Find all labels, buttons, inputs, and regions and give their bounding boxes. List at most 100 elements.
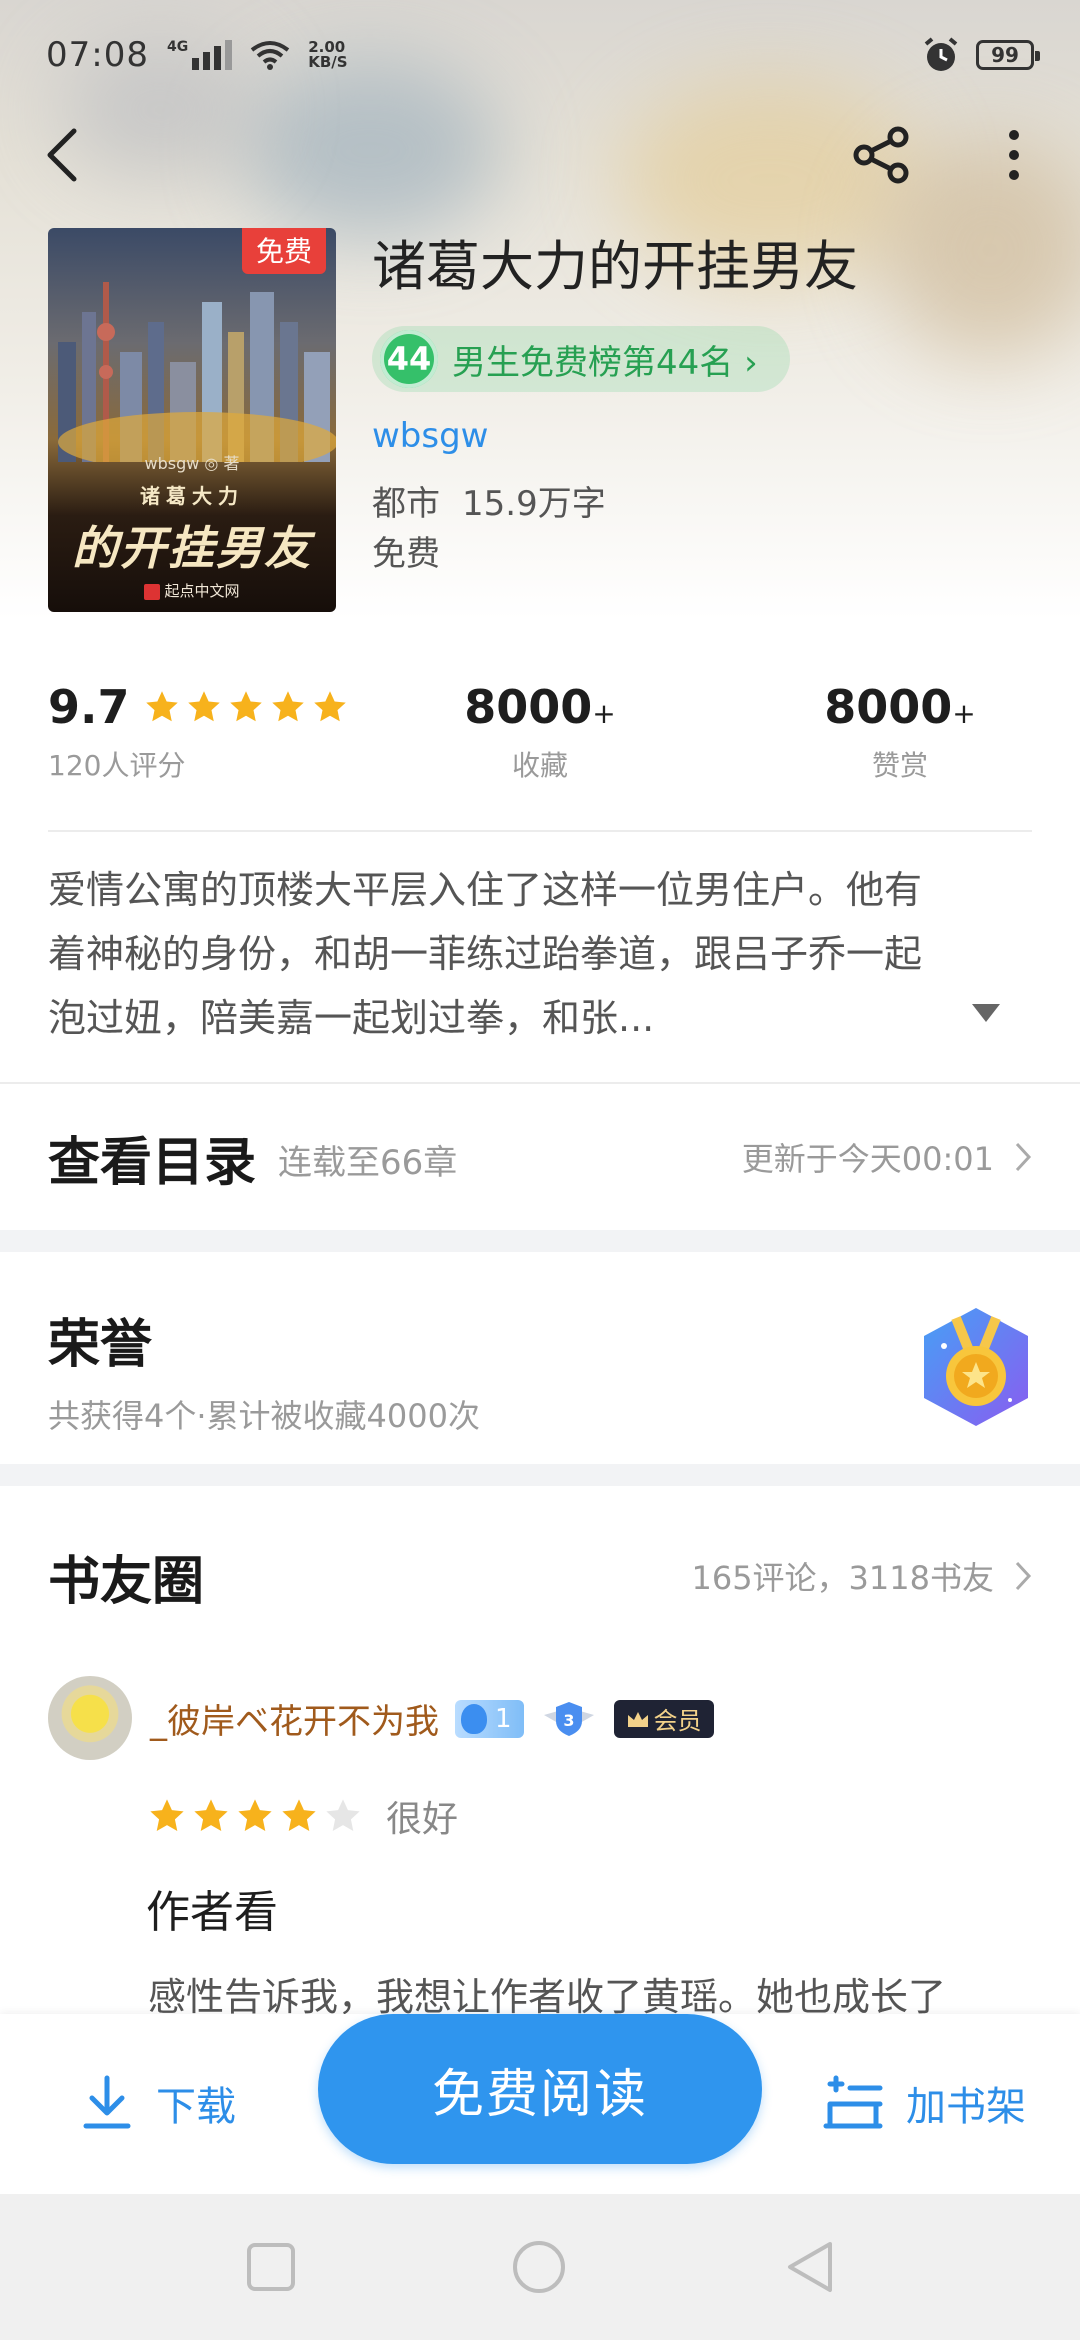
comment-username[interactable]: _彼岸ベ花开不为我 <box>150 1694 439 1743</box>
home-circle-icon[interactable] <box>512 2240 566 2294</box>
book-circle-title: 书友圈 <box>48 1550 205 1612</box>
book-price: 免费 <box>372 534 440 574</box>
cellular-signal-icon: 4G <box>167 40 233 70</box>
rank-badge[interactable]: 44 男生免费榜第44名 › <box>372 326 790 392</box>
toc-update: 更新于今天00:01 <box>742 1134 1032 1180</box>
star-icon <box>187 691 220 722</box>
more-button[interactable] <box>984 125 1044 185</box>
honor-title: 荣誉 <box>48 1314 153 1375</box>
cover-author: wbsgw ◎ 著 <box>144 454 240 473</box>
synopsis-line: 着神秘的身份，和胡一菲练过跆拳道，跟吕子乔一起 <box>48 932 923 976</box>
svg-text:3: 3 <box>563 1711 574 1730</box>
rating-count: 120人评分 <box>48 749 186 782</box>
status-time: 07:08 <box>46 35 149 75</box>
cover-subtitle: 诸葛大力 <box>140 484 244 508</box>
crown-icon <box>627 1711 648 1727</box>
synopsis-line: 爱情公寓的顶楼大平层入住了这样一位男住户。他有 <box>48 868 923 912</box>
bottom-action-bar: 下载 免费阅读 加书架 <box>0 2014 1080 2194</box>
star-icon <box>145 691 178 722</box>
system-navigation-bar <box>0 2194 1080 2340</box>
toc-title: 查看目录 <box>48 1131 257 1193</box>
publisher-logo-icon <box>144 583 161 600</box>
like-label: 赞赏 <box>871 749 928 782</box>
expand-triangle-icon[interactable] <box>972 1004 1000 1024</box>
free-read-button[interactable]: 免费阅读 <box>318 2014 762 2164</box>
alarm-icon <box>924 37 958 71</box>
book-title: 诸葛大力的开挂男友 <box>372 235 858 298</box>
comment-rating-stars <box>148 1797 362 1835</box>
rating-stars <box>144 689 348 725</box>
share-icon <box>853 126 909 184</box>
book-circle-stats: 165评论，3118书友 <box>691 1553 1032 1599</box>
table-of-contents-row[interactable]: 查看目录 连载至66章 更新于今天00:01 <box>0 1084 1080 1230</box>
rating-score: 9.7 <box>48 680 130 734</box>
avatar[interactable] <box>48 1676 132 1760</box>
cover-publisher: 起点中文网 <box>48 580 336 601</box>
free-badge: 免费 <box>241 228 326 274</box>
add-to-shelf-label: 加书架 <box>906 2084 1026 2130</box>
top-nav <box>0 110 1080 200</box>
star-icon <box>282 1799 316 1832</box>
add-bookshelf-icon <box>823 2075 883 2129</box>
recent-apps-square-icon[interactable] <box>244 2240 298 2294</box>
synopsis-line: 泡过妞，陪美嘉一起划过拳，和张... <box>48 996 655 1040</box>
cover-skyline-art <box>58 282 336 462</box>
back-arrow-icon <box>47 128 77 182</box>
network-speed: 2.00 KB/S <box>308 38 348 71</box>
book-word-count: 15.9万字 <box>462 484 606 524</box>
synopsis[interactable]: 爱情公寓的顶楼大平层入住了这样一位男住户。他有 着神秘的身份，和胡一菲练过跆拳道… <box>48 858 1032 1050</box>
vip-badge: 会员 <box>613 1699 714 1738</box>
section-separator <box>0 1464 1080 1486</box>
toc-status: 连载至66章 <box>278 1142 458 1183</box>
rating-stat[interactable]: 9.7 120人评分 <box>48 680 348 784</box>
add-to-shelf-button[interactable]: 加书架 <box>822 2074 1026 2132</box>
back-button[interactable] <box>32 125 92 185</box>
star-icon <box>150 1799 184 1832</box>
more-vertical-icon <box>1009 130 1019 180</box>
download-icon <box>83 2075 131 2129</box>
collect-value: 8000 <box>464 680 593 734</box>
wifi-icon <box>250 41 290 70</box>
star-icon <box>229 691 262 722</box>
divider <box>48 830 1032 832</box>
honor-section[interactable]: 荣誉 共获得4个·累计被收藏4000次 <box>0 1252 1080 1464</box>
back-triangle-icon[interactable] <box>782 2240 836 2294</box>
download-label: 下载 <box>156 2084 236 2130</box>
honor-subtitle: 共获得4个·累计被收藏4000次 <box>48 1397 480 1435</box>
rank-number: 44 <box>380 330 438 388</box>
like-stat[interactable]: 8000+ 赞赏 <box>796 680 1004 784</box>
collect-stat[interactable]: 8000+ 收藏 <box>436 680 644 784</box>
comment-title: 作者看 <box>146 1887 278 1938</box>
collect-suffix: + <box>592 697 616 730</box>
chevron-right-icon <box>1015 1142 1032 1172</box>
like-value: 8000 <box>824 680 953 734</box>
chevron-right-icon <box>1015 1561 1032 1591</box>
star-icon <box>238 1799 272 1832</box>
star-icon <box>271 691 304 722</box>
rank-label: 男生免费榜第44名 › <box>452 342 758 383</box>
download-button[interactable]: 下载 <box>80 2074 236 2132</box>
star-icon <box>326 1799 360 1832</box>
book-circle-header[interactable]: 书友圈 165评论，3118书友 <box>0 1486 1080 1666</box>
comment-body: 感性告诉我，我想让作者收了黄瑶。她也成长了 <box>148 1975 947 2019</box>
book-genre: 都市 <box>372 484 440 524</box>
cover-title: 的开挂男友 <box>72 521 312 575</box>
flame-icon <box>461 1703 487 1734</box>
comment-rating-text: 很好 <box>386 1799 459 1840</box>
user-level-badge: 3 <box>540 1699 598 1739</box>
author-link[interactable]: wbsgw <box>372 416 489 456</box>
book-cover[interactable]: 免费 wbsgw ◎ 著 诸葛大力 的开挂男友 起点中文网 <box>48 228 336 612</box>
stats-row: 9.7 120人评分 8000+ 收藏 8000+ 赞赏 <box>0 680 1080 800</box>
medal-icon <box>924 1308 1028 1426</box>
status-bar: 07:08 4G 2.00 KB/S 99 <box>0 0 1080 110</box>
share-button[interactable] <box>852 125 912 185</box>
star-icon <box>194 1799 228 1832</box>
like-suffix: + <box>952 697 976 730</box>
battery-indicator: 99 <box>976 40 1040 70</box>
shield-icon: 3 <box>543 1701 594 1736</box>
section-separator <box>0 1230 1080 1252</box>
fan-level-badge: 1 <box>455 1699 524 1738</box>
book-meta: 都市 15.9万字 <box>372 476 606 525</box>
star-icon <box>313 691 346 722</box>
collect-label: 收藏 <box>511 749 568 782</box>
